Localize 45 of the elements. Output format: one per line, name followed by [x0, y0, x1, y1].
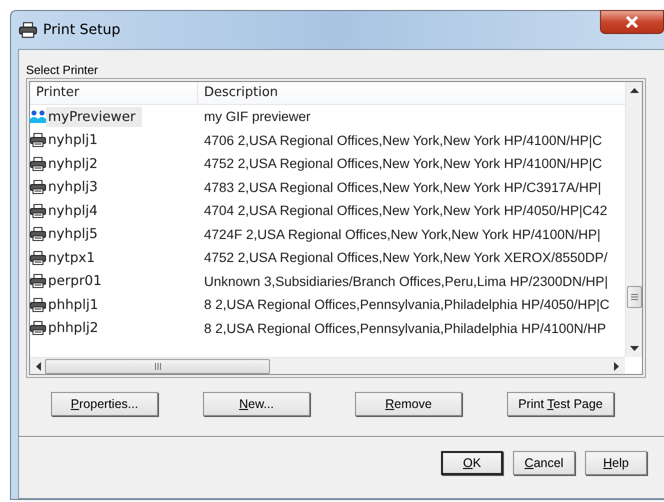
dialog-button[interactable]: Print Test Page	[507, 392, 614, 416]
up-arrow-icon	[630, 88, 638, 93]
close-icon	[625, 16, 639, 28]
window-title: Print Setup	[43, 22, 120, 38]
printer-name[interactable]: nyhplj2	[46, 154, 100, 174]
dialog-button[interactable]: Remove	[355, 392, 462, 416]
printer-name[interactable]: nyhplj3	[46, 177, 100, 198]
printer-name[interactable]: nyhplj4	[46, 200, 100, 221]
group-label: Select Printer	[26, 63, 100, 77]
people-icon	[30, 110, 46, 124]
table-cell-text: 8 2,USA Regional Offices,Pennsylvania,Philadelphia HP/4050/HP|C	[203, 297, 610, 312]
table-cell-text: 4724F 2,USA Regional Offices,New York,New York HP/4100N/HP|	[203, 226, 600, 242]
printer-name[interactable]: nyhplj5	[46, 224, 100, 244]
left-arrow-icon	[36, 362, 41, 370]
table-cell-text: my GIF previewer	[203, 109, 311, 124]
grip-icon	[154, 362, 160, 370]
dialog-button[interactable]: Help	[585, 451, 647, 475]
table-cell-text: 4752 2,USA Regional Offices,New York,New York XEROX/8550DP/	[203, 250, 608, 266]
column-header[interactable]: Printer	[30, 82, 198, 104]
dialog-button[interactable]: OK	[441, 451, 503, 475]
printer-name[interactable]: myPreviewer	[46, 106, 142, 127]
dialog-button[interactable]: Cancel	[513, 451, 575, 475]
horizontal-scrollbar[interactable]	[30, 357, 625, 374]
printer-name[interactable]: nytpx1	[46, 248, 97, 268]
table-cell-text: 4706 2,USA Regional Offices,New York,New York HP/4100N/HP|C	[203, 132, 602, 148]
table-cell-text: 4783 2,USA Regional Offices,New York,New York HP/C3917A/HP|	[203, 180, 602, 195]
column-header[interactable]: Description	[198, 82, 284, 104]
scroll-thumb[interactable]	[45, 358, 270, 374]
close-button[interactable]	[600, 10, 664, 34]
dialog-button[interactable]: Properties...	[51, 392, 158, 416]
down-arrow-icon	[630, 346, 638, 351]
right-arrow-icon	[614, 362, 619, 370]
scroll-thumb[interactable]	[626, 286, 642, 308]
printer-name[interactable]: phhplj1	[46, 294, 100, 315]
table-cell-text: 4704 2,USA Regional Offices,New York,New York HP/4050/HP|C42	[203, 203, 608, 218]
table-cell-text: 8 2,USA Regional Offices,Pennsylvania,Philadelphia HP/4100N/HP	[203, 320, 606, 336]
table-cell-text: 4752 2,USA Regional Offices,New York,New York HP/4100N/HP|C	[203, 156, 602, 172]
dialog-button[interactable]: New...	[203, 392, 310, 416]
printer-name[interactable]: phhplj2	[46, 318, 100, 338]
table-cell-text: Unknown 3,Subsidiaries/Branch Offices,Peru,Lima HP/2300DN/HP|	[203, 274, 608, 289]
printer-name[interactable]: nyhplj1	[46, 130, 100, 150]
vertical-scrollbar[interactable]	[625, 82, 642, 357]
grip-icon	[630, 294, 638, 300]
printer-icon	[19, 22, 37, 38]
printer-name[interactable]: perpr01	[46, 271, 104, 292]
